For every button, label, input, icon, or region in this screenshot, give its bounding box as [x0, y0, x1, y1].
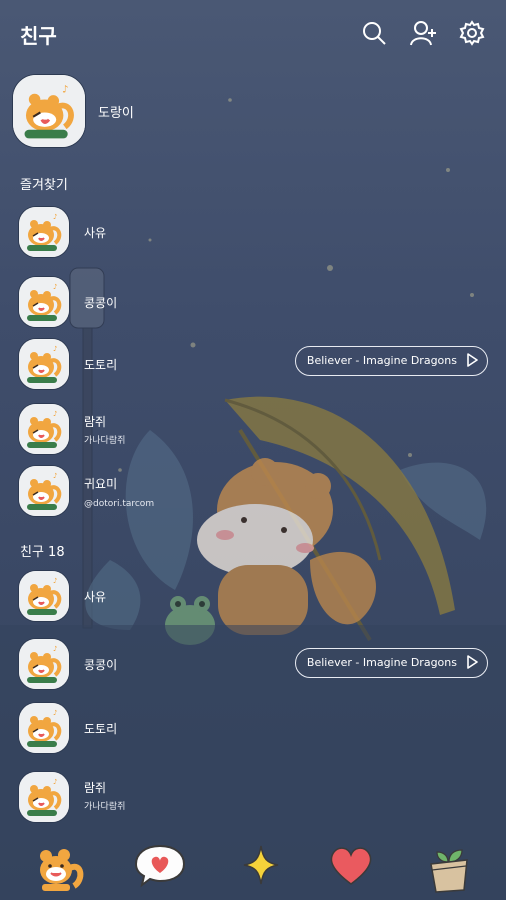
svg-text:♪: ♪	[62, 84, 68, 95]
gear-icon[interactable]	[459, 20, 485, 46]
svg-text:♪: ♪	[53, 577, 57, 585]
squirrel-friends-icon[interactable]	[32, 840, 84, 891]
list-item[interactable]: ♪ 사유	[18, 570, 498, 622]
list-item[interactable]: ♪ 도토리 Believer - Imagine Dragons	[18, 338, 498, 390]
friend-name: 귀요미	[84, 477, 118, 491]
list-item[interactable]: ♪ 콩콩이 Believer - Imagine Dragons	[18, 638, 498, 690]
music-status-button[interactable]: Believer - Imagine Dragons	[294, 648, 488, 678]
music-title: Believer - Imagine Dragons	[306, 656, 457, 669]
svg-text:♪: ♪	[53, 213, 57, 221]
avatar: ♪	[18, 771, 70, 823]
list-item[interactable]: ♪ 사유	[18, 206, 498, 258]
music-title: Believer - Imagine Dragons	[306, 354, 457, 367]
svg-text:♪: ♪	[53, 345, 57, 353]
list-item[interactable]: ♪ 람쥐 가나다람쥐	[18, 771, 498, 823]
friend-name: 람쥐	[84, 781, 107, 795]
friend-status-message: @dotori.tarcom	[84, 499, 155, 509]
svg-text:♪: ♪	[53, 778, 57, 786]
avatar: ♪	[18, 702, 70, 754]
svg-text:♪: ♪	[53, 472, 57, 480]
list-item[interactable]: ♪ 콩콩이	[18, 276, 498, 328]
avatar: ♪	[18, 403, 70, 455]
header: 친구	[0, 0, 506, 68]
avatar: ♪	[18, 206, 70, 258]
avatar: ♪	[18, 465, 70, 517]
avatar: ♪	[18, 638, 70, 690]
friend-name: 도토리	[84, 722, 118, 736]
friend-name: 콩콩이	[84, 296, 118, 310]
svg-text:♪: ♪	[53, 709, 57, 717]
friend-status-message: 가나다람쥐	[84, 436, 126, 446]
svg-text:♪: ♪	[53, 645, 57, 653]
add-friend-icon[interactable]	[410, 20, 436, 46]
search-icon[interactable]	[361, 20, 387, 46]
friend-name: 사유	[84, 590, 107, 604]
list-item[interactable]: ♪ 도토리	[18, 702, 498, 754]
my-profile-name: 도랑이	[98, 106, 134, 121]
list-item[interactable]: ♪ 람쥐 가나다람쥐	[18, 403, 498, 455]
avatar: ♪	[18, 338, 70, 390]
avatar: ♪	[18, 276, 70, 328]
play-icon	[465, 353, 479, 367]
heart-speech-bubble-icon[interactable]	[133, 840, 186, 890]
music-status-button[interactable]: Believer - Imagine Dragons	[294, 346, 488, 376]
avatar: ♪	[12, 74, 86, 148]
friend-name: 사유	[84, 226, 107, 240]
friend-name: 도토리	[84, 358, 118, 372]
favorites-section-label: 즐겨찾기	[20, 178, 68, 193]
svg-text:♪: ♪	[53, 410, 57, 418]
avatar: ♪	[18, 570, 70, 622]
list-item[interactable]: ♪ 귀요미 @dotori.tarcom	[18, 465, 498, 517]
bottom-tab-bar	[0, 834, 506, 900]
friends-section-label: 친구 18	[20, 545, 65, 560]
plant-pot-icon[interactable]	[424, 840, 474, 893]
friend-name: 람쥐	[84, 415, 107, 429]
play-icon	[465, 655, 479, 669]
friend-name: 콩콩이	[84, 658, 118, 672]
svg-text:♪: ♪	[53, 283, 57, 291]
sparkle-icon[interactable]	[236, 840, 286, 890]
heart-icon[interactable]	[326, 840, 376, 890]
friend-status-message: 가나다람쥐	[84, 802, 126, 812]
page-title: 친구	[20, 24, 57, 48]
